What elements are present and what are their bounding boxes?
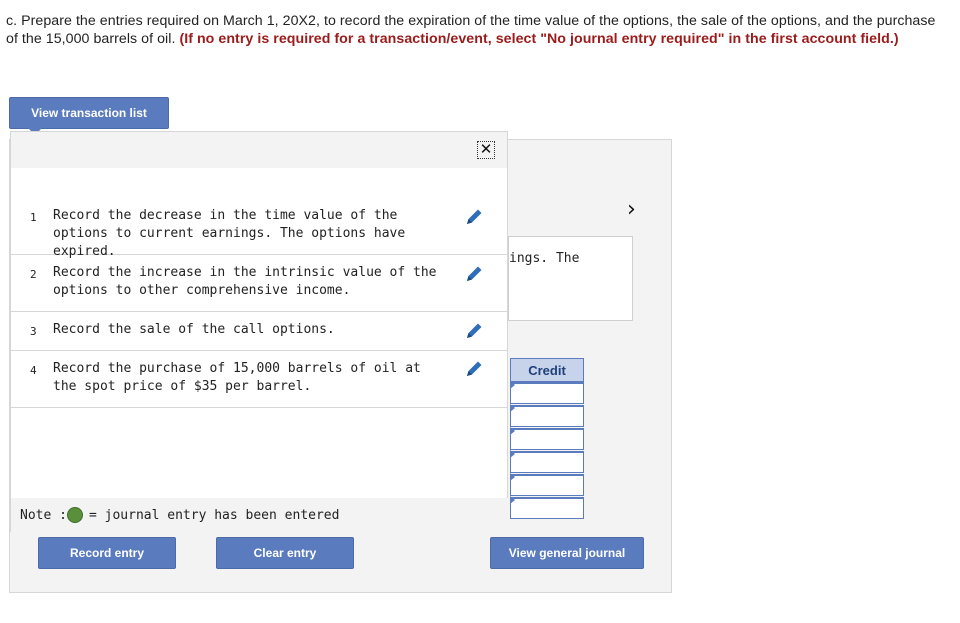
transaction-text: Record the decrease in the time value of… [53,208,406,259]
transaction-row: 3 Record the sale of the call options. [11,311,508,351]
row-marker [510,381,515,389]
note-legend: Note : = journal entry has been entered [11,498,508,532]
row-marker [510,473,515,481]
view-transaction-list-button[interactable]: View transaction list [9,97,169,129]
credit-input[interactable] [510,404,584,427]
credit-input[interactable] [510,381,584,404]
transaction-number: 4 [30,364,37,377]
transaction-row: 1 Record the decrease in the time value … [11,201,508,259]
note-text: = journal entry has been entered [89,508,340,523]
transaction-text: Record the sale of the call options. [53,322,335,337]
row-marker [510,496,515,504]
transaction-row: 4 Record the purchase of 15,000 barrels … [11,350,508,408]
transaction-number: 3 [30,325,37,338]
transaction-row: 2 Record the increase in the intrinsic v… [11,254,508,312]
chevron-right-icon[interactable]: › [627,199,636,221]
pencil-icon[interactable] [464,207,484,227]
popup-header: ✕ [11,132,507,168]
credit-input[interactable] [510,427,584,450]
entered-indicator-icon [67,507,83,523]
close-icon[interactable]: ✕ [477,141,495,159]
description-fragment: ings. The [509,251,580,266]
pencil-icon[interactable] [464,321,484,341]
transaction-text: Record the increase in the intrinsic val… [53,265,437,298]
pencil-icon[interactable] [464,359,484,379]
question-text: c. Prepare the entries required on March… [6,12,951,48]
record-entry-button[interactable]: Record entry [38,537,176,569]
credit-input[interactable] [510,496,584,519]
transaction-description-box: ings. The [508,236,633,321]
transaction-list-popup: ✕ 1 Record the decrease in the time valu… [10,131,508,532]
pencil-icon[interactable] [464,264,484,284]
credit-input[interactable] [510,450,584,473]
view-general-journal-button[interactable]: View general journal [490,537,644,569]
transaction-text: Record the purchase of 15,000 barrels of… [53,361,421,394]
transaction-number: 1 [30,211,37,224]
row-marker [510,450,515,458]
row-marker [510,427,515,435]
note-label: Note : [20,508,67,523]
credit-input[interactable] [510,473,584,496]
clear-entry-button[interactable]: Clear entry [216,537,354,569]
transaction-number: 2 [30,268,37,281]
credit-column-header: Credit [510,358,584,382]
row-marker [510,404,515,412]
question-instruction: (If no entry is required for a transacti… [179,31,899,47]
